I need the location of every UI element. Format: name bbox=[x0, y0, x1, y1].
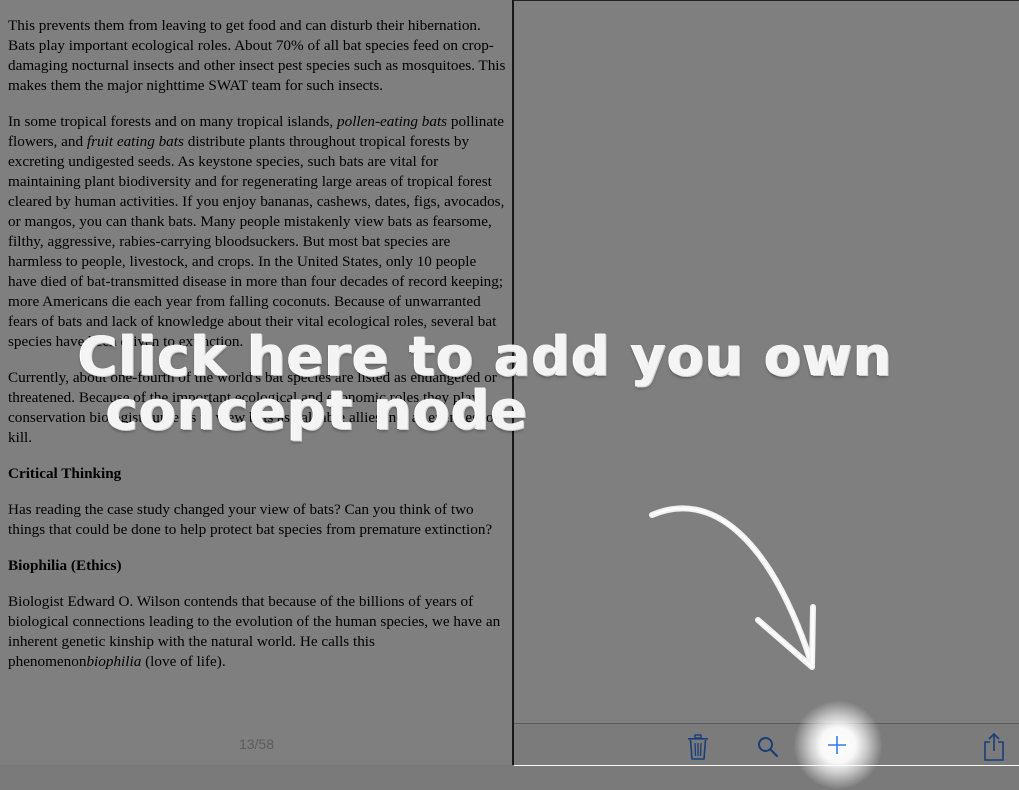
search-button[interactable] bbox=[753, 732, 783, 762]
coach-line-1: Click here to add you own bbox=[78, 325, 893, 388]
paragraph: In some tropical forests and on many tro… bbox=[8, 113, 505, 350]
plus-icon bbox=[828, 738, 846, 756]
coach-message: Click here to add you own concept node bbox=[78, 330, 958, 438]
search-icon bbox=[758, 737, 779, 758]
page-counter: 13/58 bbox=[238, 736, 275, 752]
term-pollen-eating-bats: pollen-eating bats bbox=[337, 113, 448, 130]
trash-icon bbox=[688, 734, 708, 760]
paragraph: Has reading the case study changed your … bbox=[8, 501, 493, 538]
heading-critical-thinking: Critical Thinking bbox=[8, 465, 122, 482]
map-toolbar bbox=[514, 723, 1019, 766]
share-icon bbox=[984, 733, 1004, 761]
share-button[interactable] bbox=[979, 732, 1009, 762]
heading-biophilia: Biophilia (Ethics) bbox=[8, 557, 122, 574]
paragraph: This prevents them from leaving to get f… bbox=[8, 17, 506, 94]
term-fruit-eating-bats: fruit eating bats bbox=[86, 133, 184, 150]
add-node-button[interactable] bbox=[822, 732, 852, 762]
paragraph: Biologist Edward O. Wilson contends that… bbox=[8, 593, 501, 670]
delete-button[interactable] bbox=[683, 732, 713, 762]
coach-line-2: concept node bbox=[106, 379, 529, 442]
term-biophilia: biophilia bbox=[86, 653, 142, 670]
